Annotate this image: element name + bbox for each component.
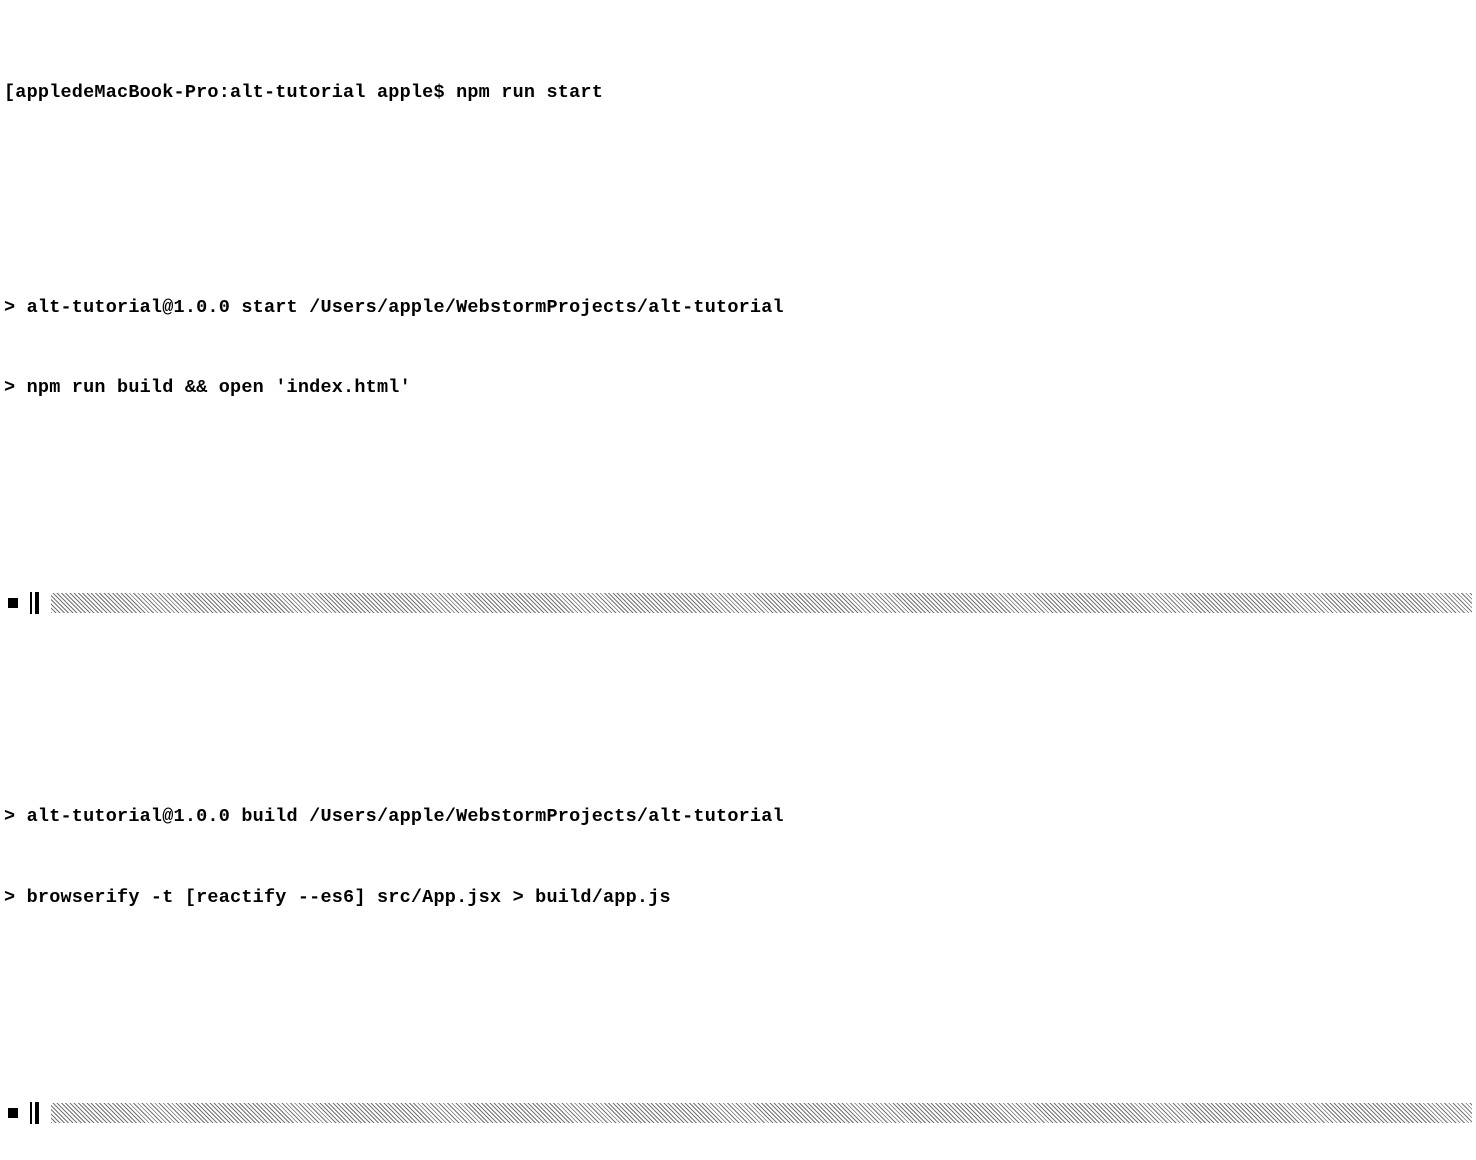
- separator-row: [4, 1099, 1472, 1126]
- blank-line: [4, 992, 1472, 1019]
- progress-bar-icon: [51, 593, 1472, 613]
- npm-build-header-2: > browserify -t [reactify --es6] src/App…: [4, 885, 1472, 912]
- prompt-line: [appledeMacBook-Pro:alt-tutorial apple$ …: [4, 80, 1472, 107]
- blank-line: [4, 188, 1472, 215]
- separator-row: [4, 590, 1472, 617]
- divider-icon: [30, 1102, 39, 1124]
- stop-icon: [8, 1108, 18, 1118]
- npm-build-header-1: > alt-tutorial@1.0.0 build /Users/apple/…: [4, 804, 1472, 831]
- progress-bar-icon: [51, 1103, 1472, 1123]
- divider-icon: [30, 592, 39, 614]
- blank-line: [4, 483, 1472, 510]
- stop-icon: [8, 598, 18, 608]
- npm-start-header-2: > npm run build && open 'index.html': [4, 375, 1472, 402]
- npm-start-header-1: > alt-tutorial@1.0.0 start /Users/apple/…: [4, 295, 1472, 322]
- terminal-output[interactable]: [appledeMacBook-Pro:alt-tutorial apple$ …: [0, 0, 1476, 1160]
- prompt-text: [appledeMacBook-Pro:alt-tutorial apple$ …: [4, 82, 603, 103]
- blank-line: [4, 697, 1472, 724]
